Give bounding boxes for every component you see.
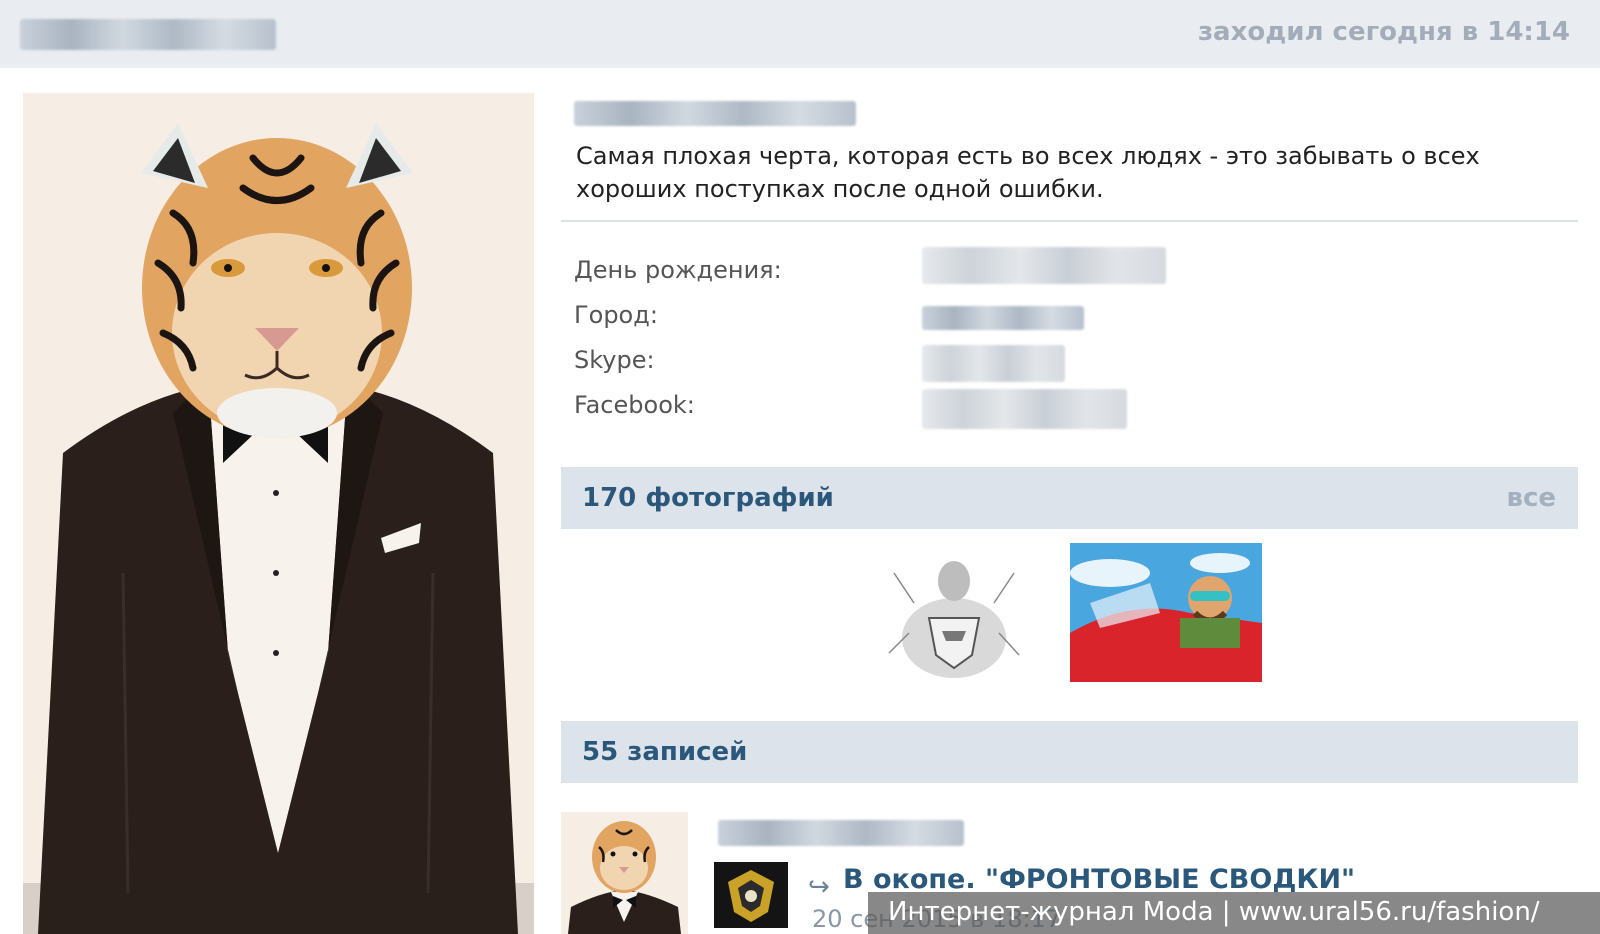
superman-sketch-image xyxy=(888,561,1020,678)
blurred-birthday-value xyxy=(922,247,1166,284)
post-author-avatar[interactable] xyxy=(561,812,688,934)
tiger-avatar-small xyxy=(561,812,688,934)
posts-count-title[interactable]: 55 записей xyxy=(582,737,747,767)
watermark-banner: Интернет-журнал Moda | www.ural56.ru/fas… xyxy=(868,892,1600,934)
birthday-label: День рождения: xyxy=(574,256,782,284)
profile-avatar[interactable] xyxy=(23,93,534,934)
posts-section-header[interactable]: 55 записей xyxy=(561,721,1578,783)
last-seen-status: заходил сегодня в 14:14 xyxy=(1197,17,1570,47)
blurred-city-value[interactable] xyxy=(922,306,1084,330)
photos-all-link[interactable]: все xyxy=(1507,483,1557,513)
divider xyxy=(561,220,1578,222)
facebook-label: Facebook: xyxy=(574,391,695,419)
tiger-tuxedo-image xyxy=(23,93,534,934)
repost-arrow-icon: ↪ xyxy=(808,872,830,902)
reposted-post-title[interactable]: В окопе. "ФРОНТОВЫЕ СВОДКИ" xyxy=(843,864,1355,895)
skype-label: Skype: xyxy=(574,346,655,374)
city-label: Город: xyxy=(574,301,658,329)
blurred-facebook-value[interactable] xyxy=(922,389,1127,429)
photos-count-title[interactable]: 170 фотографий xyxy=(582,483,834,513)
cartoon-car-image xyxy=(1070,543,1262,682)
profile-status-text: Самая плохая черта, которая есть во всех… xyxy=(576,142,1480,203)
photo-thumbnail-man-in-car[interactable] xyxy=(1070,543,1262,682)
watermark-text: Интернет-журнал Moda | www.ural56.ru/fas… xyxy=(888,897,1540,927)
profile-header-bar: заходил сегодня в 14:14 xyxy=(0,0,1600,68)
blurred-profile-name xyxy=(20,19,276,50)
reposted-group-avatar[interactable] xyxy=(714,862,788,928)
photo-thumbnail-superman-sketch[interactable] xyxy=(884,543,1024,688)
blurred-skype-value xyxy=(922,345,1065,382)
photos-section-header[interactable]: 170 фотографий все xyxy=(561,467,1578,529)
blurred-author-name[interactable] xyxy=(718,820,964,846)
group-emblem-icon xyxy=(714,862,788,928)
blurred-full-name xyxy=(574,101,856,126)
